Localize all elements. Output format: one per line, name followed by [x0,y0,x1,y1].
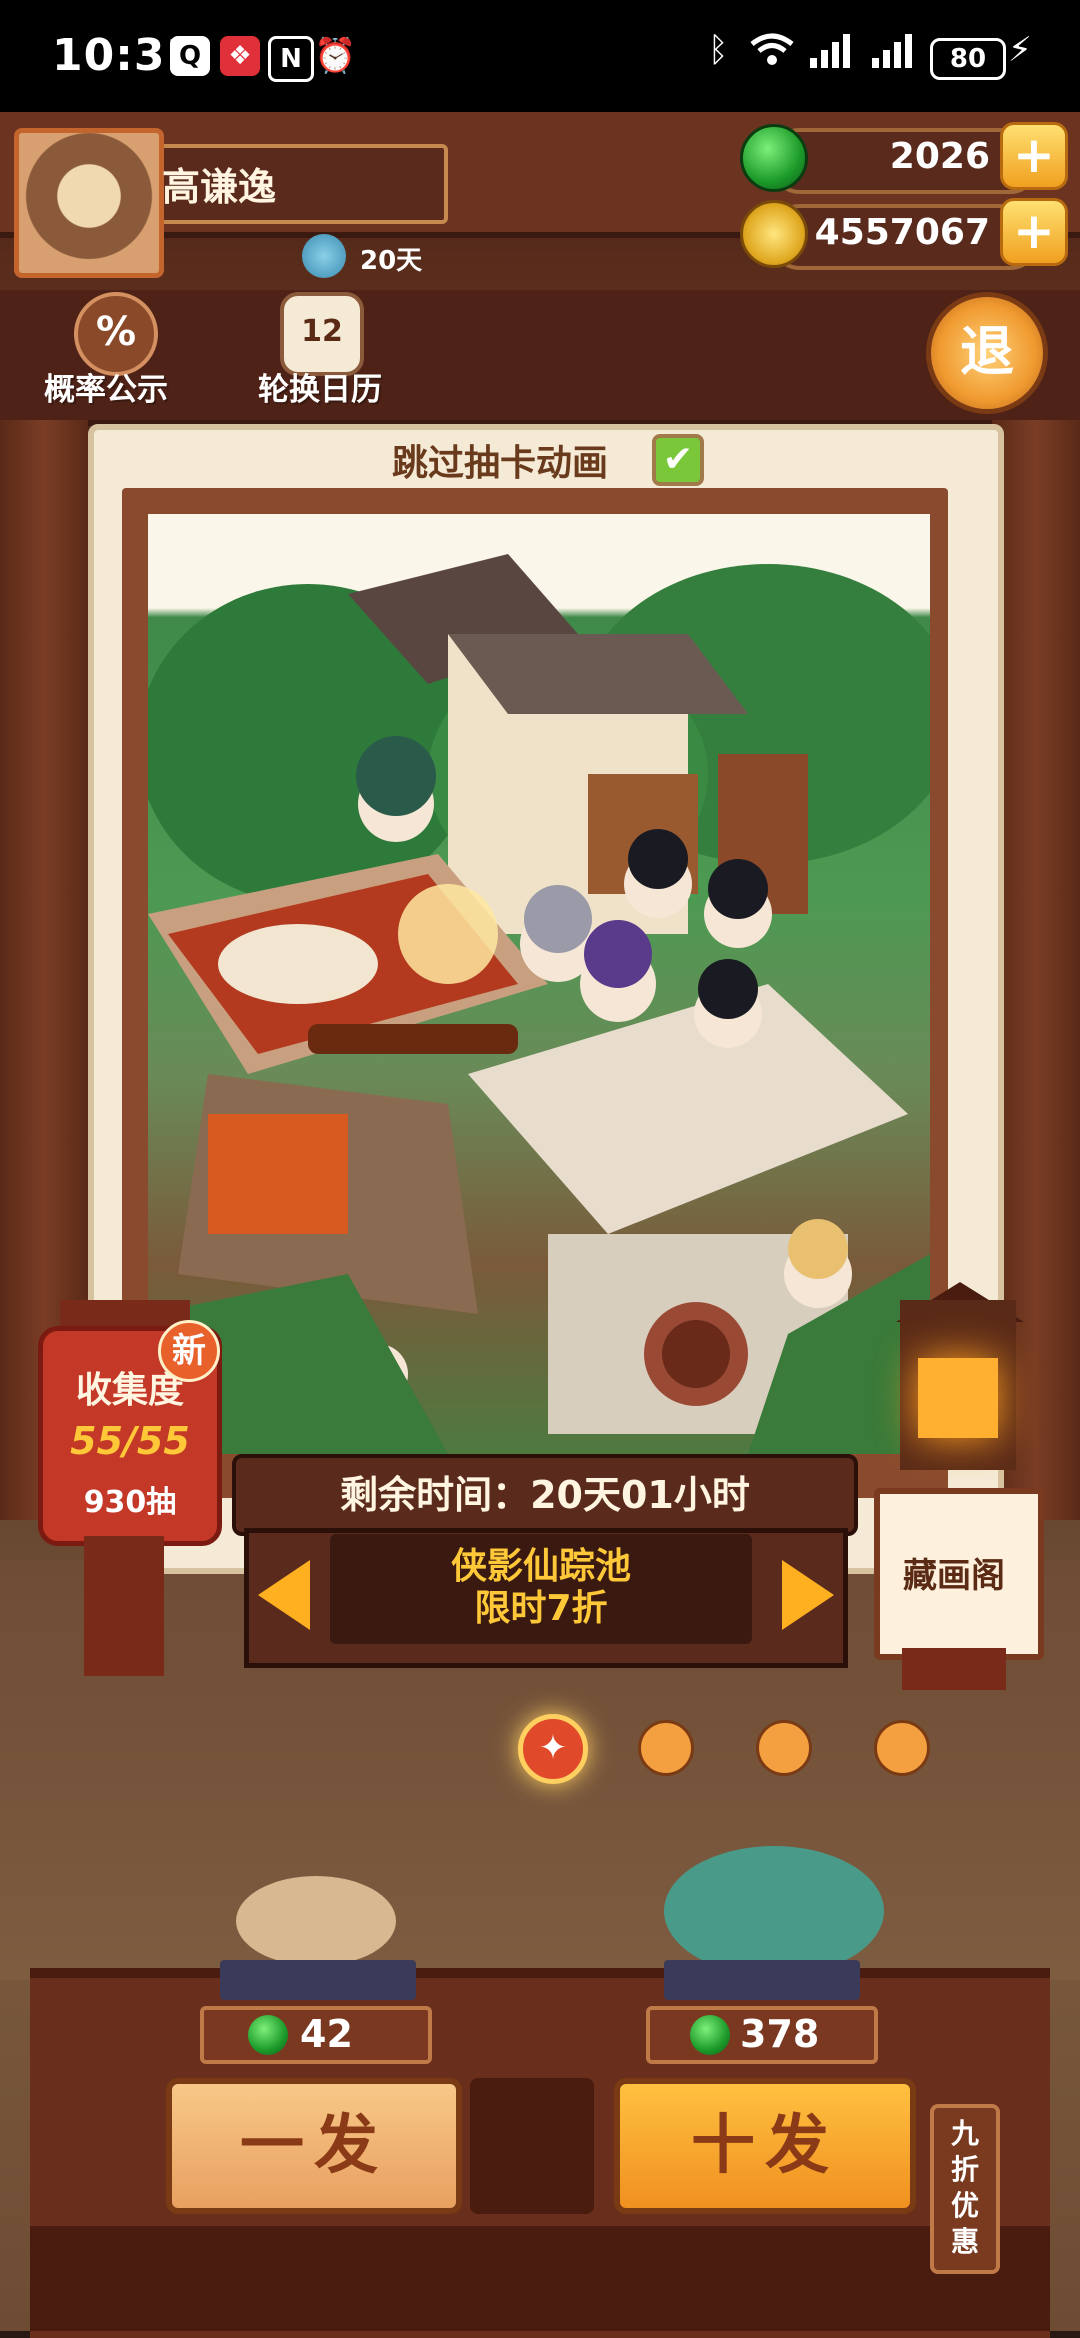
pool-page-dot[interactable] [756,1720,812,1776]
calendar-button-label[interactable]: 轮换日历 [258,364,382,409]
battery-indicator: 80 [930,38,1006,80]
add-coin-button[interactable]: + [1000,198,1068,266]
new-badge: 新 [158,1320,220,1382]
player-avatar[interactable] [14,128,164,278]
single-draw-price: 42 [200,2006,432,2064]
jade-icon [690,2015,730,2055]
signal-icon [808,30,856,79]
coin-icon [740,200,808,268]
discount-text: 九折优惠 [950,2117,979,2258]
collection-progress: 55/55 [70,1419,190,1463]
wifi-icon [748,30,796,79]
collection-stand [84,1536,164,1676]
jade-amount: 2026 [889,136,990,177]
status-bar: 10:31 Q ❖ N ⏰ ᛒ 80 ⚡ [0,0,1080,112]
alarm-icon: ⏰ [314,36,357,76]
ten-draw-fish [664,1846,884,1976]
jade-icon [248,2015,288,2055]
coin-amount: 4557067 [814,212,990,253]
charging-icon: ⚡ [1008,30,1032,70]
single-draw-cost: 42 [300,2012,353,2056]
pool-sale: 限时7折 [474,1588,608,1629]
ten-draw-cost: 378 [740,2012,820,2056]
skip-animation-label[interactable]: 跳过抽卡动画 [392,434,608,486]
qq-icon: Q [170,36,210,76]
exit-button[interactable]: 退 [926,292,1048,414]
pool-info: 侠影仙踪池 限时7折 [330,1534,752,1644]
pool-page-dot-active[interactable]: ✦ [518,1714,588,1784]
single-draw-button[interactable]: 一发 [166,2078,462,2214]
add-jade-button[interactable]: + [1000,122,1068,190]
collection-draw-count: 930抽 [83,1485,177,1520]
ten-draw-price: 378 [646,2006,878,2064]
ten-draw-button[interactable]: 十发 [614,2078,916,2214]
bluetooth-icon: ᛒ [708,30,729,70]
single-draw-fish [236,1876,396,1966]
pool-page-dot[interactable] [638,1720,694,1776]
login-days: 20天 [360,246,423,276]
signal-icon [870,30,918,79]
gallery-stand [902,1648,1006,1690]
nfc-icon: N [268,36,314,82]
gallery-label[interactable]: 藏画阁 [884,1548,1024,1597]
table-base [30,2226,1050,2331]
player-name: 高谦逸 [162,165,277,209]
skip-animation-checkbox[interactable]: ✔ [652,434,704,486]
discount-tag: 九折优惠 [930,2104,1000,2274]
gift-icon: ❖ [220,36,260,76]
pool-name: 侠影仙踪池 [450,1546,631,1587]
pool-page-dot[interactable] [874,1720,930,1776]
jade-icon [740,124,808,192]
ten-draw-book [664,1960,860,2000]
login-days-icon [302,234,346,278]
pool-artwork [148,514,930,1454]
single-draw-book [220,1960,416,2000]
lantern-light [918,1358,998,1438]
odds-button-label[interactable]: 概率公示 [44,364,168,409]
table-divider [470,2078,594,2214]
time-remaining: 剩余时间：20天01小时 [232,1454,858,1536]
